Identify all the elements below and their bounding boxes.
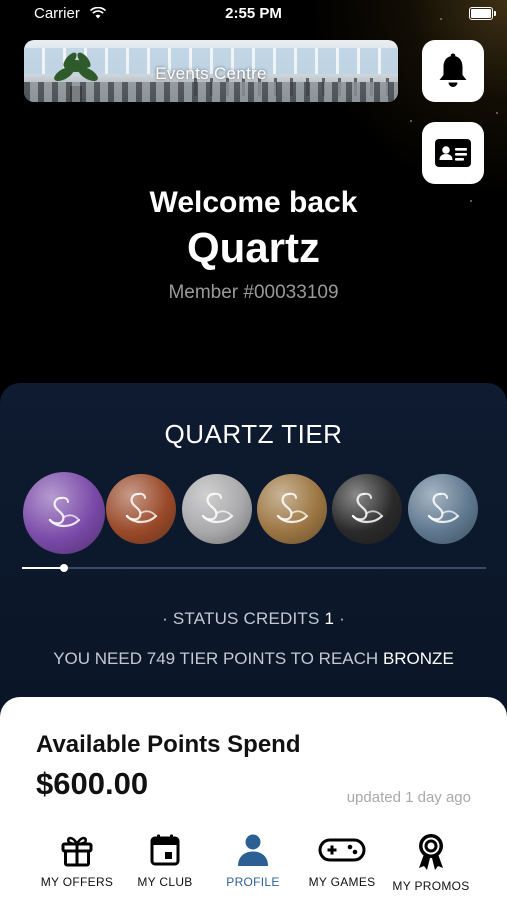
award-icon xyxy=(419,834,443,870)
app-screen: Carrier 2:55 PM Events Centre Welcome ba… xyxy=(0,0,507,900)
swan-icon xyxy=(125,492,158,524)
tier-badge-gold xyxy=(257,474,327,544)
member-name: Quartz xyxy=(186,224,320,271)
sparkle-dot xyxy=(496,112,498,114)
member-card-button[interactable] xyxy=(422,122,484,184)
tier-badge-bronze xyxy=(106,474,176,544)
tier-progress-fill xyxy=(22,567,64,569)
tier-title: QUARTZ TIER xyxy=(164,419,343,449)
calendar-icon xyxy=(150,834,180,866)
tab-label: MY CLUB xyxy=(137,875,193,889)
sparkle-dot xyxy=(410,120,412,122)
tier-progress-knob xyxy=(60,564,68,572)
welcome-greeting: Welcome back xyxy=(149,186,358,219)
tab-my-offers[interactable]: MY OFFERS xyxy=(32,832,122,889)
status-credits-label: · STATUS CREDITS xyxy=(162,609,320,628)
tier-badge-platinum xyxy=(408,474,478,544)
status-credits-value: 1 xyxy=(324,609,335,628)
swan-icon xyxy=(201,492,234,524)
tier-panel: QUARTZ TIER · STATUS CREDITS 1 · YOU NEE… xyxy=(0,383,507,743)
swan-icon xyxy=(276,492,309,524)
swan-icon xyxy=(427,492,460,524)
tier-badge-silver xyxy=(182,474,252,544)
swan-icon xyxy=(351,492,384,524)
swan-icon xyxy=(48,496,81,528)
tier-badge-quartz xyxy=(23,472,105,554)
battery-icon xyxy=(469,7,496,20)
events-centre-banner[interactable]: Events Centre xyxy=(24,40,398,102)
person-icon xyxy=(238,834,268,866)
tier-points-needed: YOU NEED 749 TIER POINTS TO REACH BRONZE xyxy=(0,649,507,669)
tab-my-promos[interactable]: MY PROMOS xyxy=(386,832,476,893)
status-credits: · STATUS CREDITS 1 · xyxy=(0,609,507,629)
tier-need-text: YOU NEED 749 TIER POINTS TO REACH xyxy=(53,649,379,668)
events-banner-label: Events Centre xyxy=(155,64,267,83)
tab-profile[interactable]: PROFILE xyxy=(208,832,298,889)
notifications-button[interactable] xyxy=(422,40,484,102)
banner-floor xyxy=(24,82,398,102)
points-updated: updated 1 day ago xyxy=(346,789,471,806)
status-bar: Carrier 2:55 PM xyxy=(0,0,507,30)
points-amount: $600.00 xyxy=(36,766,149,801)
tab-my-club[interactable]: MY CLUB xyxy=(120,832,210,889)
bell-icon xyxy=(439,53,467,87)
points-title: Available Points Spend xyxy=(36,731,301,758)
gamepad-icon xyxy=(318,838,366,862)
gift-icon xyxy=(61,836,93,867)
tab-label: MY OFFERS xyxy=(40,875,114,889)
tier-badge-black xyxy=(332,474,402,544)
tier-progress-bar xyxy=(22,564,486,572)
id-card-icon xyxy=(435,139,471,167)
next-tier-name: BRONZE xyxy=(382,649,454,668)
tab-label: MY PROMOS xyxy=(392,879,470,893)
tab-my-games[interactable]: MY GAMES xyxy=(297,832,387,889)
tab-label: PROFILE xyxy=(226,875,280,889)
member-number: Member #00033109 xyxy=(168,282,339,303)
status-credits-suffix: · xyxy=(339,609,345,628)
tab-bar: MY OFFERS MY CLUB PROFILE MY GAMES MY PR… xyxy=(0,820,507,900)
tab-label: MY GAMES xyxy=(308,875,376,889)
status-time: 2:55 PM xyxy=(225,5,282,22)
